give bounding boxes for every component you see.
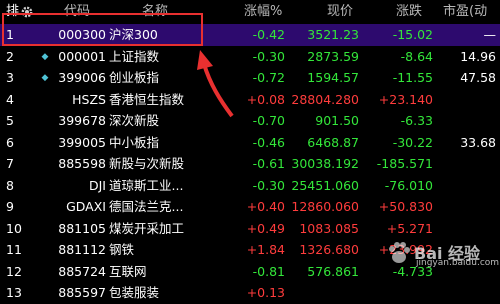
table-row[interactable]: 2 ◆ 000001 上证指数 -0.30 2873.59 -8.64 14.96 xyxy=(0,46,500,68)
row-name: 包装服装 xyxy=(109,285,160,300)
row-change-pct: +0.40 xyxy=(246,199,285,214)
row-change-pct: +0.13 xyxy=(246,285,285,300)
row-index: 7 xyxy=(6,156,14,171)
row-price: 30038.192 xyxy=(291,156,359,171)
row-code: HSZS xyxy=(72,91,106,107)
row-code: 881112 xyxy=(58,242,106,257)
row-price: 576.861 xyxy=(307,263,359,279)
row-price: 2873.59 xyxy=(307,48,359,64)
row-index: 8 xyxy=(6,177,14,193)
row-index: 3 xyxy=(6,70,14,85)
paw-icon xyxy=(389,242,410,263)
row-change-pct: -0.61 xyxy=(252,156,285,171)
row-index: 6 xyxy=(6,134,14,150)
row-index: 2 xyxy=(6,48,14,64)
row-price: 1083.085 xyxy=(299,220,359,236)
header-pct[interactable]: 涨幅% xyxy=(244,0,292,24)
row-code: DJI xyxy=(89,177,106,193)
row-change: -8.64 xyxy=(400,48,433,64)
row-marker-icon: ◆ xyxy=(41,51,49,62)
row-index: 12 xyxy=(6,263,22,279)
row-change-pct: -0.81 xyxy=(252,263,285,279)
row-price: 25451.060 xyxy=(291,177,359,193)
row-code: 885724 xyxy=(58,263,106,279)
row-code: 885598 xyxy=(58,156,106,171)
row-code: 399006 xyxy=(58,70,106,85)
table-row[interactable]: 3 ◆ 399006 创业板指 -0.72 1594.57 -11.55 47.58 xyxy=(0,67,500,89)
table-row[interactable]: 13 885597 包装服装 +0.13 xyxy=(0,282,500,304)
annotation-arrow-icon xyxy=(197,50,234,118)
row-marker-icon: ◆ xyxy=(41,73,49,83)
row-change-pct: -0.46 xyxy=(252,134,285,150)
row-price: 6468.87 xyxy=(307,134,359,150)
table-row[interactable]: 7 885598 新股与次新股 -0.61 30038.192 -185.571 xyxy=(0,153,500,175)
header-pe[interactable]: 市盈(动 xyxy=(443,0,500,24)
row-name: 互联网 xyxy=(109,263,147,279)
row-name: 煤炭开采加工 xyxy=(109,220,185,236)
table-row[interactable]: 4 HSZS 香港恒生指数 +0.08 28804.280 +23.140 xyxy=(0,89,500,111)
row-index: 4 xyxy=(6,91,14,107)
row-index: 13 xyxy=(6,285,22,300)
row-change-pct: -0.30 xyxy=(252,177,285,193)
row-change-pct: +0.49 xyxy=(246,220,285,236)
row-code: 881105 xyxy=(58,220,106,236)
row-pe: 14.96 xyxy=(460,48,496,64)
row-change: +23.140 xyxy=(378,91,433,107)
row-pe: — xyxy=(483,27,497,42)
header-price[interactable]: 现价 xyxy=(327,0,367,24)
row-change: -11.55 xyxy=(392,70,433,85)
row-pe: 47.58 xyxy=(460,70,496,85)
row-price: 12860.060 xyxy=(291,199,359,214)
row-price: 901.50 xyxy=(315,113,359,128)
header-change[interactable]: 涨跌 xyxy=(396,0,436,24)
row-index: 5 xyxy=(6,113,14,128)
row-name: 道琼斯工业... xyxy=(109,177,184,193)
highlight-box xyxy=(2,13,203,46)
baidu-watermark: Bai 经验 jingyan.baidu.com xyxy=(386,236,500,276)
row-code: 399678 xyxy=(58,113,106,128)
watermark-url: jingyan.baidu.com xyxy=(416,258,500,268)
row-index: 10 xyxy=(6,220,22,236)
row-code: 000001 xyxy=(58,48,106,64)
row-change: -30.22 xyxy=(392,134,433,150)
table-row[interactable]: 8 DJI 道琼斯工业... -0.30 25451.060 -76.010 xyxy=(0,175,500,197)
table-row[interactable]: 9 GDAXI 德国法兰克... +0.40 12860.060 +50.830 xyxy=(0,196,500,218)
row-code: GDAXI xyxy=(66,199,106,214)
row-name: 中小板指 xyxy=(109,134,160,150)
row-change: +50.830 xyxy=(378,199,433,214)
row-price: 3521.23 xyxy=(307,27,359,42)
row-price: 1594.57 xyxy=(307,70,359,85)
row-change: -185.571 xyxy=(376,156,433,171)
row-change-pct: -0.42 xyxy=(252,27,285,42)
row-code: 399005 xyxy=(58,134,106,150)
row-index: 11 xyxy=(6,242,22,257)
table-row[interactable]: 6 399005 中小板指 -0.46 6468.87 -30.22 33.68 xyxy=(0,132,500,154)
row-change: -6.33 xyxy=(400,113,433,128)
row-code: 885597 xyxy=(58,285,106,300)
row-price: 1326.680 xyxy=(299,242,359,257)
table-row[interactable]: 5 399678 深次新股 -0.70 901.50 -6.33 xyxy=(0,110,500,132)
row-name: 钢铁 xyxy=(109,242,135,257)
row-change: -15.02 xyxy=(392,27,433,42)
row-pe: 33.68 xyxy=(460,134,496,150)
row-price: 28804.280 xyxy=(291,91,359,107)
row-index: 9 xyxy=(6,199,14,214)
row-change-pct: +1.84 xyxy=(246,242,285,257)
row-name: 新股与次新股 xyxy=(109,156,185,171)
row-change: -76.010 xyxy=(384,177,433,193)
row-name: 德国法兰克... xyxy=(109,199,184,214)
